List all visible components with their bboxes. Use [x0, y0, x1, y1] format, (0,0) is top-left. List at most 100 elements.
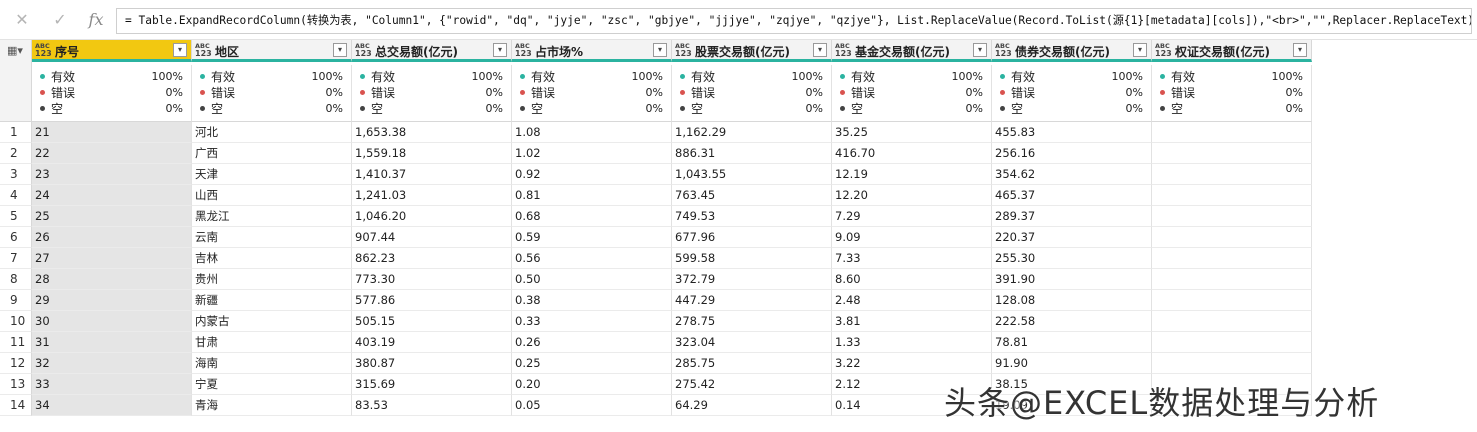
row-number[interactable]: 6	[0, 227, 32, 248]
table-cell[interactable]: 128.08	[992, 290, 1152, 311]
close-icon[interactable]: ✕	[10, 9, 34, 31]
table-cell[interactable]	[1152, 269, 1312, 290]
filter-dropdown-icon[interactable]: ▾	[1133, 43, 1147, 57]
row-number[interactable]: 11	[0, 332, 32, 353]
row-number[interactable]: 4	[0, 185, 32, 206]
table-cell[interactable]: 0.38	[512, 290, 672, 311]
table-cell[interactable]	[1152, 290, 1312, 311]
table-cell[interactable]: 465.37	[992, 185, 1152, 206]
table-cell[interactable]: 91.90	[992, 353, 1152, 374]
table-cell[interactable]: 31	[32, 332, 192, 353]
table-cell[interactable]: 447.29	[672, 290, 832, 311]
table-cell[interactable]: 278.75	[672, 311, 832, 332]
table-cell[interactable]: 新疆	[192, 290, 352, 311]
formula-input[interactable]: = Table.ExpandRecordColumn(转换为表, "Column…	[116, 8, 1472, 34]
table-cell[interactable]: 27	[32, 248, 192, 269]
table-cell[interactable]: 32	[32, 353, 192, 374]
table-cell[interactable]: 275.42	[672, 374, 832, 395]
table-cell[interactable]: 28	[32, 269, 192, 290]
table-icon[interactable]: ▦▾	[7, 45, 27, 57]
column-header[interactable]: ABC 123 序号 ▾	[32, 40, 192, 62]
table-cell[interactable]: 12.20	[832, 185, 992, 206]
table-cell[interactable]: 0.33	[512, 311, 672, 332]
row-number[interactable]: 12	[0, 353, 32, 374]
row-number[interactable]: 5	[0, 206, 32, 227]
filter-dropdown-icon[interactable]: ▾	[813, 43, 827, 57]
filter-dropdown-icon[interactable]: ▾	[1293, 43, 1307, 57]
table-cell[interactable]: 12.19	[832, 164, 992, 185]
table-cell[interactable]: 763.45	[672, 185, 832, 206]
table-cell[interactable]: 8.60	[832, 269, 992, 290]
row-number[interactable]: 9	[0, 290, 32, 311]
table-cell[interactable]: 1.08	[512, 122, 672, 143]
table-cell[interactable]: 甘肃	[192, 332, 352, 353]
table-cell[interactable]: 749.53	[672, 206, 832, 227]
table-cell[interactable]: 577.86	[352, 290, 512, 311]
filter-dropdown-icon[interactable]: ▾	[493, 43, 507, 57]
table-cell[interactable]: 1,410.37	[352, 164, 512, 185]
table-cell[interactable]: 0.25	[512, 353, 672, 374]
table-cell[interactable]: 35.25	[832, 122, 992, 143]
table-cell[interactable]: 1,043.55	[672, 164, 832, 185]
table-cell[interactable]	[1152, 185, 1312, 206]
table-cell[interactable]: 78.81	[992, 332, 1152, 353]
table-cell[interactable]: 1.02	[512, 143, 672, 164]
row-number[interactable]: 10	[0, 311, 32, 332]
table-cell[interactable]: 256.16	[992, 143, 1152, 164]
table-cell[interactable]: 0.56	[512, 248, 672, 269]
type-any-icon[interactable]: ABC 123	[835, 42, 853, 59]
table-cell[interactable]: 0.05	[512, 395, 672, 416]
table-cell[interactable]: 23	[32, 164, 192, 185]
table-cell[interactable]: 河北	[192, 122, 352, 143]
table-cell[interactable]: 862.23	[352, 248, 512, 269]
table-cell[interactable]: 26	[32, 227, 192, 248]
table-cell[interactable]: 505.15	[352, 311, 512, 332]
table-cell[interactable]: 1,162.29	[672, 122, 832, 143]
table-cell[interactable]	[1152, 311, 1312, 332]
table-cell[interactable]: 9.09	[832, 227, 992, 248]
table-cell[interactable]: 0.92	[512, 164, 672, 185]
table-cell[interactable]: 222.58	[992, 311, 1152, 332]
table-cell[interactable]: 1,046.20	[352, 206, 512, 227]
filter-dropdown-icon[interactable]: ▾	[333, 43, 347, 57]
filter-dropdown-icon[interactable]: ▾	[173, 43, 187, 57]
table-cell[interactable]: 285.75	[672, 353, 832, 374]
row-number[interactable]: 14	[0, 395, 32, 416]
table-cell[interactable]	[1152, 143, 1312, 164]
table-cell[interactable]	[1152, 164, 1312, 185]
fx-icon[interactable]: fx	[84, 9, 108, 31]
table-cell[interactable]: 3.81	[832, 311, 992, 332]
table-cell[interactable]: 0.50	[512, 269, 672, 290]
table-cell[interactable]: 天津	[192, 164, 352, 185]
table-cell[interactable]: 677.96	[672, 227, 832, 248]
table-cell[interactable]: 34	[32, 395, 192, 416]
table-cell[interactable]	[1152, 227, 1312, 248]
table-cell[interactable]: 内蒙古	[192, 311, 352, 332]
table-cell[interactable]: 青海	[192, 395, 352, 416]
table-cell[interactable]: 354.62	[992, 164, 1152, 185]
row-number[interactable]: 3	[0, 164, 32, 185]
table-cell[interactable]	[1152, 206, 1312, 227]
column-header[interactable]: ABC 123 地区 ▾	[192, 40, 352, 62]
type-any-icon[interactable]: ABC 123	[995, 42, 1013, 59]
table-cell[interactable]: 599.58	[672, 248, 832, 269]
table-cell[interactable]: 255.30	[992, 248, 1152, 269]
table-cell[interactable]: 25	[32, 206, 192, 227]
check-icon[interactable]: ✓	[48, 9, 72, 31]
table-cell[interactable]: 海南	[192, 353, 352, 374]
column-header[interactable]: ABC 123 债券交易额(亿元) ▾	[992, 40, 1152, 62]
table-cell[interactable]: 1.33	[832, 332, 992, 353]
table-cell[interactable]: 广西	[192, 143, 352, 164]
table-cell[interactable]: 372.79	[672, 269, 832, 290]
table-cell[interactable]: 山西	[192, 185, 352, 206]
table-cell[interactable]: 30	[32, 311, 192, 332]
table-cell[interactable]: 220.37	[992, 227, 1152, 248]
column-header[interactable]: ABC 123 总交易额(亿元) ▾	[352, 40, 512, 62]
column-header[interactable]: ABC 123 占市场% ▾	[512, 40, 672, 62]
table-cell[interactable]: 宁夏	[192, 374, 352, 395]
column-header[interactable]: ABC 123 权证交易额(亿元) ▾	[1152, 40, 1312, 62]
table-cell[interactable]: 315.69	[352, 374, 512, 395]
type-any-icon[interactable]: ABC 123	[515, 42, 533, 59]
row-number[interactable]: 13	[0, 374, 32, 395]
column-header[interactable]: ABC 123 基金交易额(亿元) ▾	[832, 40, 992, 62]
